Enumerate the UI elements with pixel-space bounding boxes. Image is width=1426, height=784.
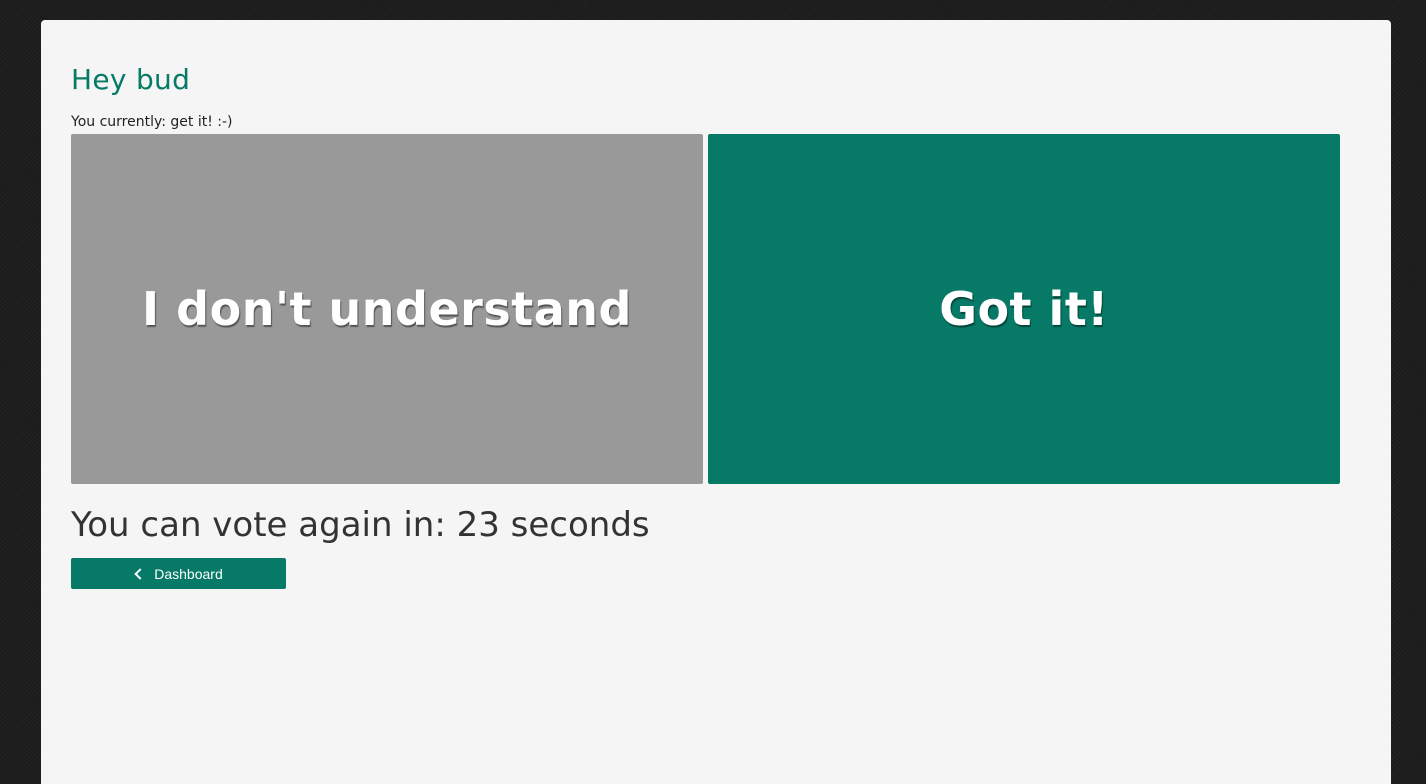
current-vote-status: You currently: get it! :-) <box>71 114 233 130</box>
dont-understand-button[interactable]: I don't understand <box>71 134 703 484</box>
got-it-label: Got it! <box>939 282 1109 336</box>
chevron-left-icon <box>134 567 146 580</box>
greeting-heading: Hey bud <box>71 63 191 96</box>
vote-options: I don't understand Got it! <box>71 134 1340 484</box>
dont-understand-label: I don't understand <box>142 282 632 336</box>
vote-countdown: You can vote again in: 23 seconds <box>71 505 650 545</box>
main-panel: Hey bud You currently: get it! :-) I don… <box>41 20 1391 784</box>
dashboard-button[interactable]: Dashboard <box>71 558 286 589</box>
got-it-button[interactable]: Got it! <box>708 134 1340 484</box>
dashboard-label: Dashboard <box>154 565 223 582</box>
